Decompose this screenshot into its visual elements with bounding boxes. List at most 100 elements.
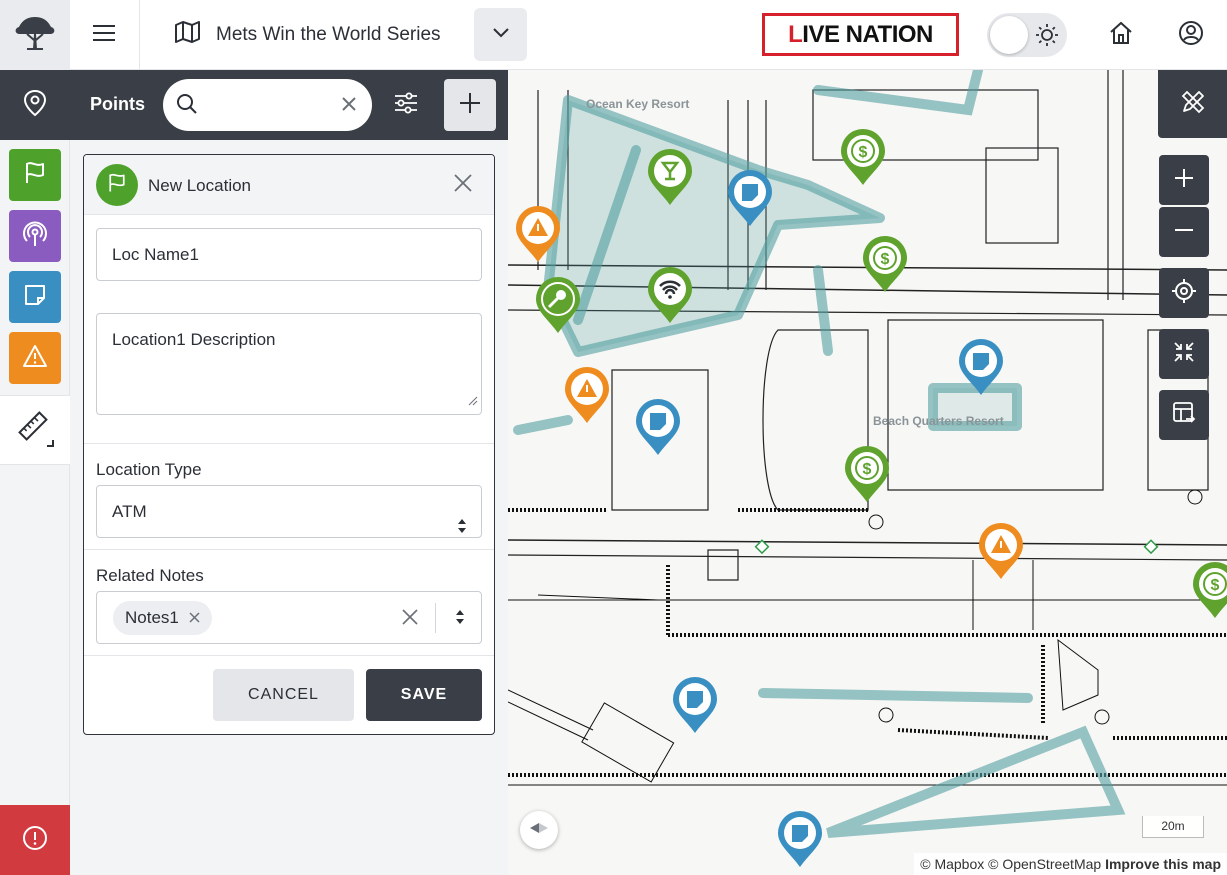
note-marker-icon[interactable]	[956, 337, 1006, 399]
map-canvas[interactable]: Ocean Key Resort Beach Quarters Resort $…	[508, 70, 1227, 875]
filter-button[interactable]	[384, 83, 428, 127]
divider	[84, 443, 494, 444]
top-bar: Mets Win the World Series L IVE NATION	[0, 0, 1227, 70]
note-marker-icon[interactable]	[633, 397, 683, 459]
location-name-input[interactable]: Loc Name1	[96, 228, 482, 281]
points-tool[interactable]	[0, 70, 70, 140]
related-notes-select[interactable]: Notes1	[96, 591, 482, 644]
layers-button[interactable]	[1159, 390, 1209, 440]
user-icon	[1178, 20, 1204, 51]
microphone-marker-icon[interactable]	[533, 275, 583, 337]
map-attribution: © Mapbox © OpenStreetMap Improve this ma…	[914, 853, 1227, 875]
alert-button[interactable]	[0, 805, 70, 875]
compress-icon	[1172, 340, 1196, 369]
warning-icon	[22, 344, 48, 373]
add-point-button[interactable]	[444, 79, 496, 131]
svg-text:$: $	[881, 251, 890, 268]
broadcast-tool[interactable]	[9, 210, 61, 262]
atm-marker-icon[interactable]: $	[1190, 560, 1227, 622]
note-marker-icon[interactable]	[670, 675, 720, 737]
ruler-icon	[13, 406, 57, 455]
atm-marker-icon[interactable]: $	[842, 444, 892, 506]
plus-icon	[1174, 168, 1194, 193]
table-export-icon	[1171, 400, 1197, 431]
location-type-select[interactable]: ATM	[96, 485, 482, 538]
measure-tool[interactable]	[0, 395, 70, 465]
atm-marker-icon[interactable]: $	[860, 234, 910, 296]
note-tool[interactable]	[9, 271, 61, 323]
divider	[84, 655, 494, 656]
tree-logo-icon	[13, 13, 57, 58]
sort-arrows-icon[interactable]	[455, 609, 465, 630]
warning-marker-icon[interactable]	[976, 521, 1026, 583]
search-box[interactable]	[163, 79, 372, 131]
zoom-out-button[interactable]	[1159, 207, 1209, 257]
cancel-button[interactable]: CANCEL	[213, 669, 354, 721]
search-input[interactable]	[207, 91, 327, 119]
user-button[interactable]	[1171, 15, 1211, 55]
zoom-in-button[interactable]	[1159, 155, 1209, 205]
pencil-ruler-icon	[1179, 88, 1207, 121]
scale-bar: 20m	[1142, 816, 1204, 838]
theme-toggle[interactable]	[987, 13, 1067, 57]
minus-icon	[1174, 220, 1194, 245]
home-icon	[1108, 20, 1134, 51]
menu-button[interactable]	[70, 0, 140, 70]
location-tool[interactable]	[9, 149, 61, 201]
resize-handle-icon[interactable]	[468, 391, 478, 411]
drink-marker-icon[interactable]	[645, 147, 695, 209]
svg-text:$: $	[1211, 577, 1220, 594]
map-label: Ocean Key Resort	[586, 97, 690, 111]
map-select-dropdown[interactable]	[474, 8, 527, 61]
map-label: Beach Quarters Resort	[873, 414, 1004, 428]
improve-map-link[interactable]: Improve this map	[1105, 856, 1221, 872]
sun-icon	[1035, 23, 1059, 52]
location-badge	[96, 164, 138, 206]
location-type-value: ATM	[112, 502, 147, 521]
crosshair-icon	[1171, 278, 1197, 309]
warning-marker-icon[interactable]	[562, 365, 612, 427]
collapse-button[interactable]	[1159, 329, 1209, 379]
home-button[interactable]	[1101, 15, 1141, 55]
clear-search-icon[interactable]	[340, 95, 358, 118]
map-title: Mets Win the World Series	[174, 20, 441, 50]
flag-icon	[22, 160, 48, 191]
new-location-form: New Location Loc Name1 Location1 Descrip…	[83, 154, 495, 735]
form-header: New Location	[84, 155, 494, 215]
map-icon	[174, 20, 202, 50]
location-type-label: Location Type	[96, 460, 202, 479]
close-form-button[interactable]	[451, 173, 475, 197]
draw-tools-button[interactable]	[1158, 70, 1227, 138]
points-panel-header: Points	[70, 70, 508, 140]
locate-button[interactable]	[1159, 268, 1209, 318]
svg-text:$: $	[863, 461, 872, 478]
app-logo[interactable]	[0, 0, 70, 70]
flag-icon	[106, 172, 128, 199]
panel-title: Points	[90, 94, 146, 114]
live-nation-logo: L IVE NATION	[762, 13, 959, 56]
broadcast-icon	[21, 220, 49, 253]
separator	[435, 603, 436, 633]
save-button[interactable]: SAVE	[366, 669, 482, 721]
compass-button[interactable]	[520, 811, 558, 849]
wifi-marker-icon[interactable]	[645, 265, 695, 327]
divider	[84, 549, 494, 550]
compass-icon	[528, 821, 550, 840]
warning-marker-icon[interactable]	[513, 204, 563, 266]
note-chip: Notes1	[113, 601, 212, 635]
location-description-textarea[interactable]: Location1 Description	[96, 313, 482, 415]
related-notes-label: Related Notes	[96, 566, 204, 585]
sort-arrows-icon	[457, 503, 467, 554]
note-marker-icon[interactable]	[725, 168, 775, 230]
close-icon	[454, 173, 472, 197]
clear-notes-icon[interactable]	[401, 608, 419, 631]
incident-tool[interactable]	[9, 332, 61, 384]
atm-marker-icon[interactable]: $	[838, 127, 888, 189]
remove-chip-icon[interactable]	[189, 608, 200, 628]
description-text: Location1 Description	[112, 330, 276, 349]
map-title-text: Mets Win the World Series	[216, 24, 441, 45]
points-panel: Points New Location Loc Name1 Location1 …	[70, 70, 508, 875]
tool-rail	[0, 70, 70, 875]
note-marker-icon[interactable]	[775, 809, 825, 871]
search-icon	[175, 92, 199, 121]
